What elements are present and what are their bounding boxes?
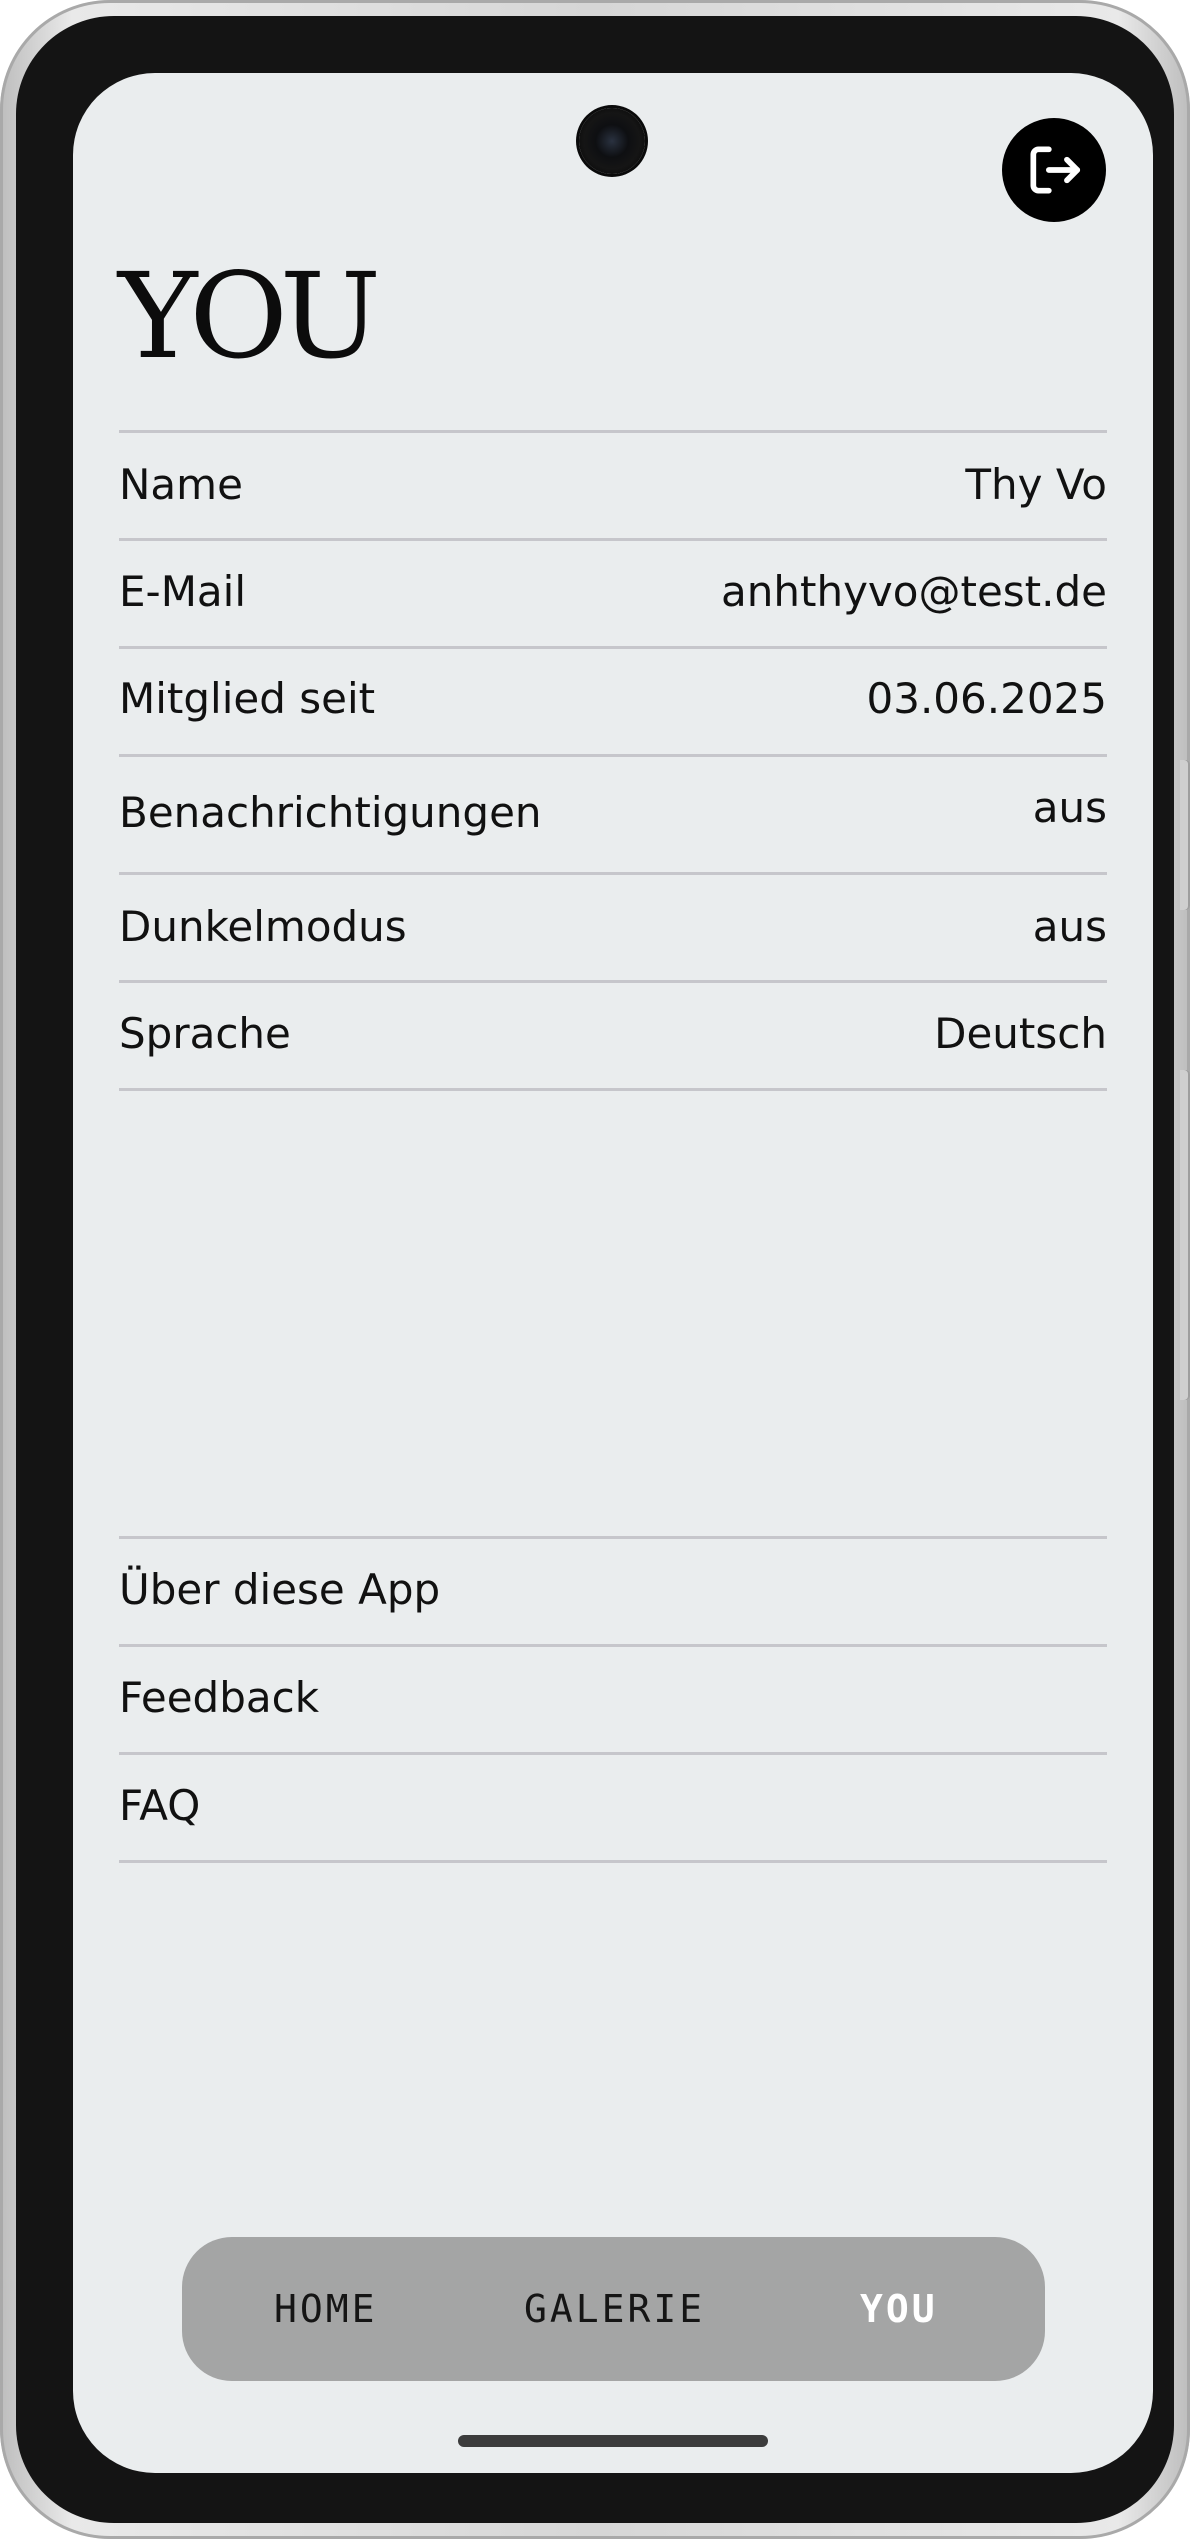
link-label: Feedback	[119, 1673, 320, 1722]
page-title: YOU	[118, 247, 381, 385]
settings-value: 03.06.2025	[866, 674, 1107, 723]
settings-value: aus	[1032, 902, 1107, 951]
link-label: FAQ	[119, 1781, 201, 1830]
settings-row-email: E-Mail anhthyvo@test.de	[119, 541, 1107, 649]
settings-label: Name	[119, 460, 243, 509]
link-feedback[interactable]: Feedback	[119, 1647, 1107, 1755]
info-links-list: Über diese App Feedback FAQ	[119, 1536, 1107, 1863]
settings-row-member-since: Mitglied seit 03.06.2025	[119, 649, 1107, 757]
settings-value: anhthyvo@test.de	[721, 567, 1107, 616]
volume-button	[1180, 760, 1190, 910]
settings-value: Deutsch	[934, 1009, 1107, 1058]
settings-label: Benachrichtigungen	[119, 788, 542, 837]
tab-home[interactable]: HOME	[274, 2237, 378, 2381]
device-frame: YOU Name Thy Vo E-Mail anhthyvo@test.de …	[0, 0, 1190, 2539]
settings-value: Thy Vo	[965, 460, 1107, 509]
app-screen: YOU Name Thy Vo E-Mail anhthyvo@test.de …	[73, 73, 1153, 2473]
settings-label: Mitglied seit	[119, 674, 376, 723]
link-about-app[interactable]: Über diese App	[119, 1539, 1107, 1647]
settings-row-notifications[interactable]: Benachrichtigungen aus	[119, 757, 1107, 875]
link-label: Über diese App	[119, 1565, 441, 1614]
settings-label: E-Mail	[119, 567, 247, 616]
settings-row-dark-mode[interactable]: Dunkelmodus aus	[119, 875, 1107, 983]
front-camera	[579, 108, 645, 174]
profile-settings-list: Name Thy Vo E-Mail anhthyvo@test.de Mitg…	[119, 430, 1107, 1091]
tab-galerie[interactable]: GALERIE	[524, 2237, 705, 2381]
home-indicator[interactable]	[458, 2435, 768, 2447]
settings-value: aus	[1032, 783, 1107, 832]
bottom-navigation: HOME GALERIE YOU	[182, 2237, 1045, 2381]
logout-button[interactable]	[1002, 118, 1106, 222]
power-button	[1180, 1070, 1190, 1400]
link-faq[interactable]: FAQ	[119, 1755, 1107, 1863]
device-bezel: YOU Name Thy Vo E-Mail anhthyvo@test.de …	[16, 16, 1174, 2523]
settings-label: Dunkelmodus	[119, 902, 407, 951]
settings-label: Sprache	[119, 1009, 291, 1058]
settings-row-name: Name Thy Vo	[119, 433, 1107, 541]
logout-icon	[1030, 146, 1081, 194]
tab-you[interactable]: YOU	[860, 2237, 938, 2381]
settings-row-language[interactable]: Sprache Deutsch	[119, 983, 1107, 1091]
